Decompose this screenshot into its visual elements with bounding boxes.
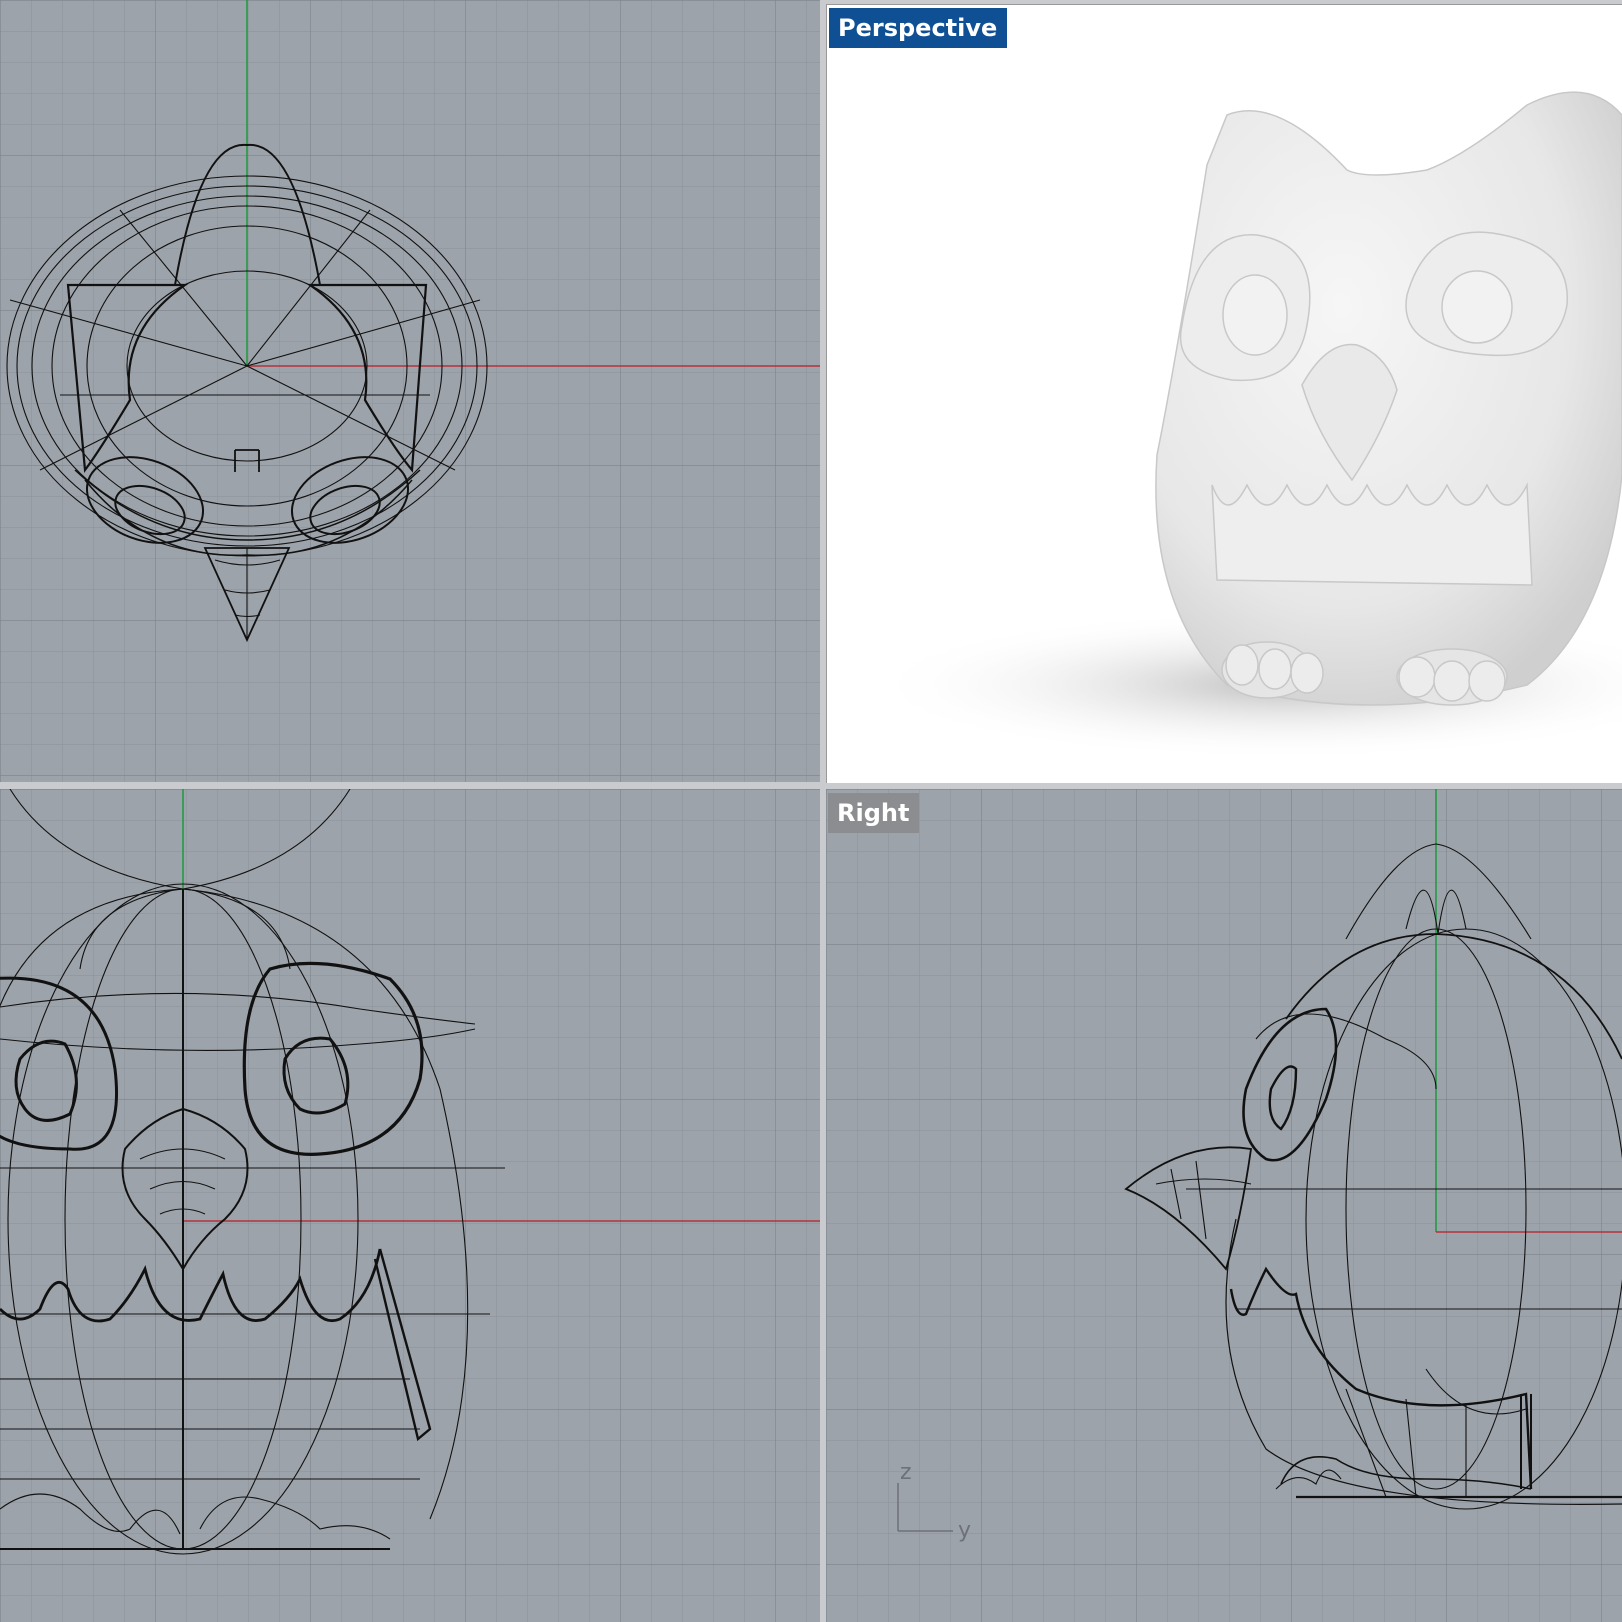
viewport-perspective[interactable]: Perspective — [826, 4, 1622, 783]
viewport-front[interactable] — [0, 789, 820, 1622]
axis-label-z: z — [900, 1460, 912, 1485]
viewport-top[interactable] — [0, 0, 820, 782]
viewport-label-perspective[interactable]: Perspective — [829, 8, 1008, 48]
owl-render — [1155, 91, 1622, 706]
right-view-canvas[interactable]: z y — [826, 789, 1622, 1622]
top-view-canvas[interactable] — [0, 0, 820, 782]
axis-label-y: y — [958, 1518, 971, 1543]
perspective-render — [827, 5, 1622, 783]
front-view-canvas[interactable] — [0, 789, 820, 1622]
viewport-label-right[interactable]: Right — [828, 793, 920, 833]
viewport-right[interactable]: z y Right — [826, 789, 1622, 1622]
